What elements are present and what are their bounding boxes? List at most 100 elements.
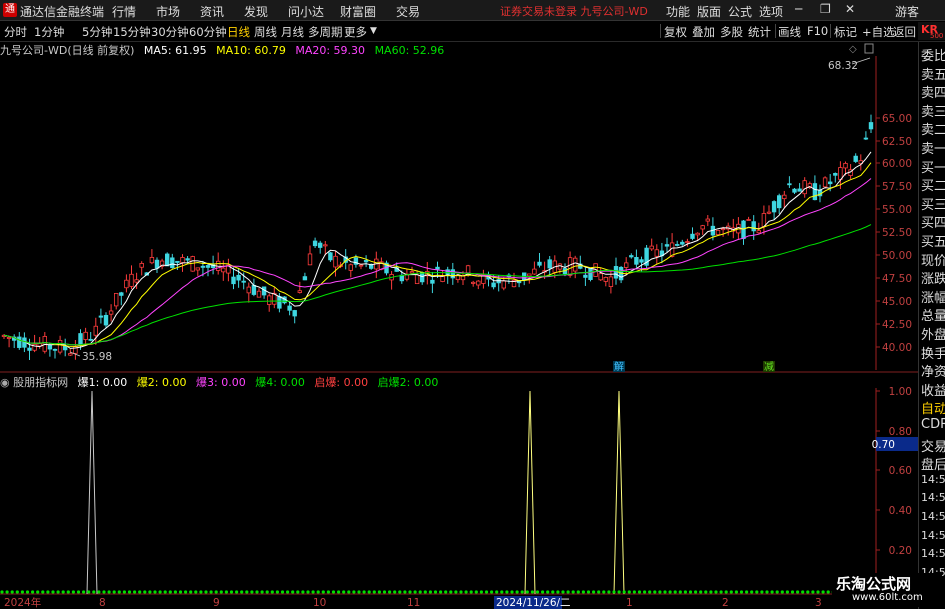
kline-chart[interactable]: 65.00 62.50 60.00 57.50 55.00 52.50 50.0… <box>0 42 918 609</box>
candle-body <box>741 220 746 240</box>
candle-body <box>603 277 608 282</box>
baseline-dot <box>739 590 744 594</box>
baseline-dot <box>734 590 739 594</box>
period-monthly[interactable]: 月线 <box>281 24 304 40</box>
baseline-dot <box>240 590 244 594</box>
restore-icon[interactable]: ❐ <box>820 2 831 16</box>
user-guest[interactable]: 游客 <box>895 3 919 20</box>
reduce-marker[interactable]: 减 <box>764 361 774 373</box>
menu-market[interactable]: 市场 <box>156 3 180 20</box>
menu-quotes[interactable]: 行情 <box>112 3 136 20</box>
more-dropdown-icon[interactable]: ▼ <box>370 26 377 36</box>
unlock-marker[interactable]: 解 <box>614 360 624 373</box>
candlesticks <box>1 114 874 360</box>
candle-body <box>573 257 578 272</box>
candle-body <box>358 264 364 267</box>
panel-toggle-icon[interactable] <box>864 43 874 54</box>
tool-add-watchlist[interactable]: +自选 <box>862 24 895 40</box>
side-row: 买四 <box>921 216 945 232</box>
baseline-dot <box>704 590 708 594</box>
close-icon[interactable]: ✕ <box>845 2 855 16</box>
login-notice[interactable]: 证券交易未登录 九号公司-WD <box>500 3 648 19</box>
baseline-dot <box>362 590 366 594</box>
baseline-dot <box>199 590 203 594</box>
menu-ask[interactable]: 问小达 <box>288 3 324 20</box>
baseline-dot <box>138 590 142 594</box>
baseline-dot <box>576 590 580 594</box>
price-tick: 50.00 <box>882 250 912 262</box>
candle-body <box>363 260 369 263</box>
baseline-dot <box>801 590 805 594</box>
baseline-dot <box>653 590 657 594</box>
baseline-dot <box>357 590 361 594</box>
ma-line <box>3 151 872 349</box>
baseline-dot <box>20 590 24 594</box>
period-more[interactable]: 更多 <box>344 24 367 40</box>
baseline-dot <box>556 590 560 594</box>
candle-body <box>766 211 772 214</box>
price-tick: 57.50 <box>882 181 912 193</box>
menu-discover[interactable]: 发现 <box>244 3 268 20</box>
baseline-dot <box>790 590 795 594</box>
baseline-dot <box>821 590 825 594</box>
baseline-dot <box>214 590 218 594</box>
indicator-title[interactable]: 股朋指标网 <box>13 376 68 389</box>
baseline-dot <box>612 590 616 594</box>
baseline-dot <box>331 590 336 594</box>
period-1min[interactable]: 1分钟 <box>34 24 64 40</box>
period-daily[interactable]: 日线 <box>227 24 250 40</box>
tool-overlay[interactable]: 叠加 <box>692 24 715 40</box>
menu-layout[interactable]: 版面 <box>697 3 721 20</box>
baseline-dot <box>15 590 19 594</box>
baseline-dot <box>71 590 75 594</box>
ma10-value: MA10: 60.79 <box>216 44 286 57</box>
candle-body <box>822 177 828 188</box>
period-30min[interactable]: 30分钟 <box>151 24 189 40</box>
candle-body <box>746 219 751 221</box>
tool-mark[interactable]: 标记 <box>834 24 857 40</box>
candle-body <box>654 249 659 257</box>
period-weekly[interactable]: 周线 <box>254 24 277 40</box>
time-tick: 1 <box>626 597 633 609</box>
candle-body <box>348 264 353 271</box>
side-row: 自动 <box>921 402 945 418</box>
menu-news[interactable]: 资讯 <box>200 3 224 20</box>
baseline-dot <box>337 590 341 594</box>
candle-body <box>317 242 323 248</box>
tool-back[interactable]: 返回 <box>893 24 916 40</box>
period-15min[interactable]: 15分钟 <box>113 24 151 40</box>
candle-body <box>838 167 843 180</box>
minimize-icon[interactable]: ─ <box>795 2 802 16</box>
baseline-dot <box>617 590 621 594</box>
diamond-icon[interactable]: ◇ <box>849 44 857 55</box>
market-badge[interactable]: KR 500 <box>918 22 945 40</box>
baseline-dot <box>678 590 682 594</box>
period-timeshare[interactable]: 分时 <box>4 24 27 40</box>
baseline-dot <box>469 590 473 594</box>
side-row: 14:56 <box>921 472 945 486</box>
menu-trade[interactable]: 交易 <box>396 3 420 20</box>
period-multi[interactable]: 多周期 <box>308 24 343 40</box>
menu-wealth[interactable]: 财富圈 <box>340 3 376 20</box>
tool-draw[interactable]: 画线 <box>778 24 801 40</box>
baseline-dot <box>459 590 463 594</box>
candle-body <box>863 137 869 140</box>
menu-function[interactable]: 功能 <box>666 3 690 20</box>
period-5min[interactable]: 5分钟 <box>82 24 112 40</box>
stock-title[interactable]: 九号公司-WD(日线 前复权) <box>0 44 134 57</box>
baseline-dot <box>729 590 733 594</box>
menu-formula[interactable]: 公式 <box>728 3 752 20</box>
tool-adjust[interactable]: 复权 <box>664 24 687 40</box>
indicator-menu-icon[interactable]: ◉ <box>0 376 10 389</box>
candle-body <box>52 348 58 351</box>
candle-body <box>537 261 542 266</box>
tool-multi-stock[interactable]: 多股 <box>720 24 743 40</box>
toolbar-divider <box>775 24 776 38</box>
menu-options[interactable]: 选项 <box>759 3 783 20</box>
baseline-dot <box>418 590 422 594</box>
time-tick: 8 <box>99 597 106 609</box>
tool-f10[interactable]: F10 <box>807 24 828 38</box>
tool-stats[interactable]: 统计 <box>748 24 771 40</box>
period-60min[interactable]: 60分钟 <box>189 24 227 40</box>
side-row: 卖一 <box>921 142 945 157</box>
